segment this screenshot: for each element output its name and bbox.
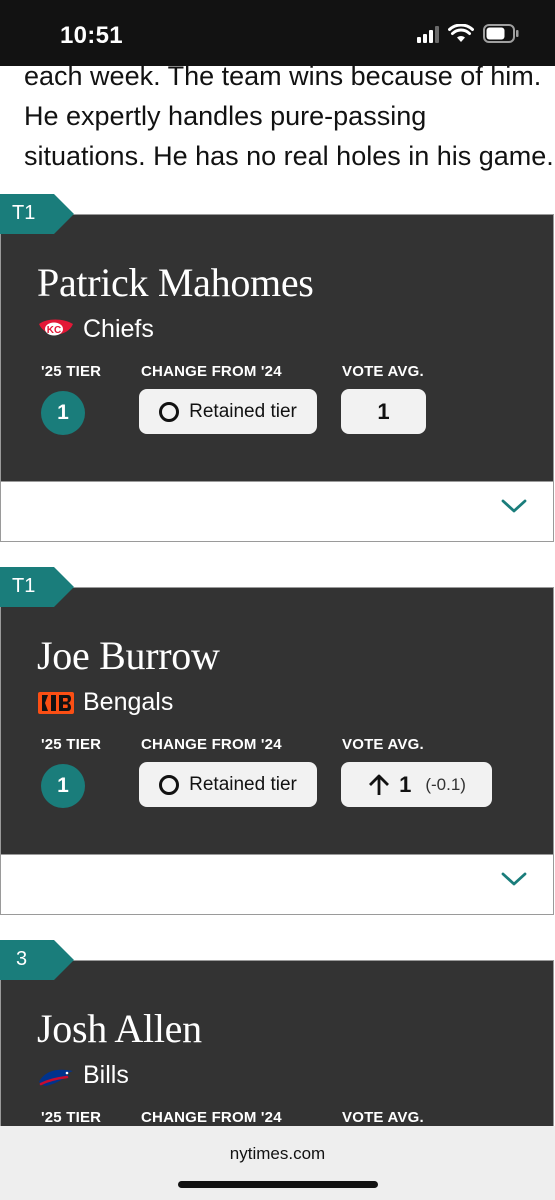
- tier-tab: 3: [0, 940, 76, 980]
- ring-icon: [159, 401, 180, 422]
- url-domain[interactable]: nytimes.com: [0, 1144, 555, 1164]
- browser-address-bar[interactable]: nytimes.com: [0, 1126, 555, 1200]
- vote-avg-pill: 1: [341, 389, 426, 434]
- team-row: Bills: [37, 1061, 129, 1090]
- change-label: CHANGE FROM '24: [141, 736, 282, 753]
- tier-tab: T1: [0, 567, 76, 607]
- arrow-up-icon: [369, 774, 390, 795]
- change-text: Retained tier: [189, 773, 297, 795]
- article-line: each week. The team wins because of him.: [24, 61, 542, 91]
- vote-avg-value: 1: [399, 771, 412, 797]
- expand-details-button[interactable]: [0, 855, 554, 915]
- home-indicator[interactable]: [178, 1181, 378, 1188]
- chevron-down-icon[interactable]: [501, 871, 527, 887]
- bills-logo-icon: [39, 1069, 73, 1086]
- battery-icon: [483, 24, 519, 43]
- tier-label: '25 TIER: [41, 736, 102, 753]
- vote-avg-pill: 1 (-0.1): [341, 762, 492, 807]
- player-card-body: Josh Allen Bills '25 TIER CHANGE FROM '2…: [0, 960, 554, 1126]
- tier-label: '25 TIER: [41, 363, 102, 380]
- team-name: Bengals: [83, 688, 174, 716]
- article-line: He expertly handles pure-passing: [24, 101, 427, 131]
- player-card-body: Patrick Mahomes KC Chiefs '25 TIER CHANG…: [0, 214, 554, 482]
- expand-details-button[interactable]: [0, 482, 554, 542]
- vote-avg-label: VOTE AVG.: [342, 736, 424, 753]
- wifi-icon: [448, 24, 474, 42]
- change-pill: Retained tier: [139, 389, 317, 434]
- player-card: Patrick Mahomes KC Chiefs '25 TIER CHANG…: [0, 194, 554, 544]
- vote-avg-label: VOTE AVG.: [342, 363, 424, 380]
- team-row: KC Chiefs: [37, 315, 154, 344]
- chevron-down-icon[interactable]: [501, 498, 527, 514]
- change-label: CHANGE FROM '24: [141, 1109, 282, 1126]
- player-card: Josh Allen Bills '25 TIER CHANGE FROM '2…: [0, 940, 554, 1126]
- status-time: 10:51: [60, 22, 123, 49]
- change-text: Retained tier: [189, 400, 297, 422]
- tier-label: '25 TIER: [41, 1109, 102, 1126]
- tier-tab-label: 3: [16, 948, 28, 970]
- vote-avg-label: VOTE AVG.: [342, 1109, 424, 1126]
- article-text: each week. The team wins because of him.…: [24, 56, 555, 176]
- tier-tab-label: T1: [12, 575, 36, 597]
- chiefs-logo-icon: KC: [39, 319, 73, 336]
- ring-icon: [159, 774, 180, 795]
- team-name: Bills: [83, 1061, 129, 1089]
- player-card: Joe Burrow Bengals '25 TIER CHANGE FROM …: [0, 567, 554, 917]
- vote-avg-value: 1: [377, 398, 390, 424]
- team-row: Bengals: [37, 688, 173, 717]
- svg-text:KC: KC: [47, 325, 61, 336]
- bengals-logo-icon: [38, 691, 74, 714]
- player-name: Joe Burrow: [37, 633, 220, 678]
- status-icons: [417, 24, 519, 43]
- tier-tab-label: T1: [12, 202, 36, 224]
- tier-badge: 1: [41, 391, 85, 435]
- change-label: CHANGE FROM '24: [141, 363, 282, 380]
- tier-badge: 1: [41, 764, 85, 808]
- player-name: Josh Allen: [37, 1006, 202, 1051]
- team-name: Chiefs: [83, 315, 154, 343]
- tier-tab: T1: [0, 194, 76, 234]
- vote-avg-delta: (-0.1): [425, 774, 466, 794]
- player-card-body: Joe Burrow Bengals '25 TIER CHANGE FROM …: [0, 587, 554, 855]
- signal-icon: [417, 25, 439, 43]
- change-pill: Retained tier: [139, 762, 317, 807]
- player-name: Patrick Mahomes: [37, 260, 314, 305]
- article-line: situations. He has no real holes in his …: [24, 141, 554, 171]
